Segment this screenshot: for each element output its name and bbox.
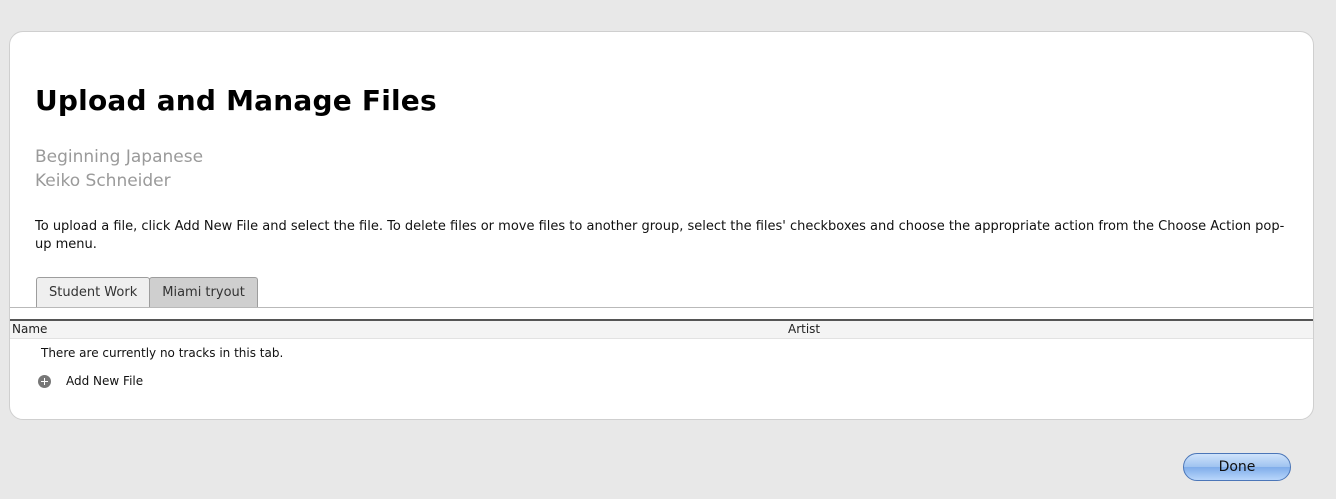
tab-miami-tryout[interactable]: Miami tryout	[149, 277, 258, 307]
add-new-file-label[interactable]: Add New File	[66, 373, 143, 389]
column-name-header[interactable]: Name	[12, 322, 47, 337]
empty-tracks-message: There are currently no tracks in this ta…	[41, 346, 284, 360]
upload-files-panel: Upload and Manage Files Beginning Japane…	[9, 31, 1314, 420]
instructions-text: To upload a file, click Add New File and…	[35, 219, 1285, 252]
tab-divider	[10, 307, 1313, 308]
done-button[interactable]: Done	[1183, 453, 1291, 481]
add-circle-icon[interactable]	[38, 374, 51, 388]
file-group-tabs: Student Work Miami tryout	[36, 277, 258, 307]
table-header: Name Artist	[10, 321, 1313, 339]
page-title: Upload and Manage Files	[35, 84, 437, 117]
add-new-file-button[interactable]: Add New File	[38, 373, 143, 389]
column-artist-header[interactable]: Artist	[788, 322, 820, 337]
tab-student-work[interactable]: Student Work	[36, 277, 151, 307]
teacher-name: Keiko Schneider	[35, 171, 171, 191]
course-name: Beginning Japanese	[35, 147, 204, 167]
